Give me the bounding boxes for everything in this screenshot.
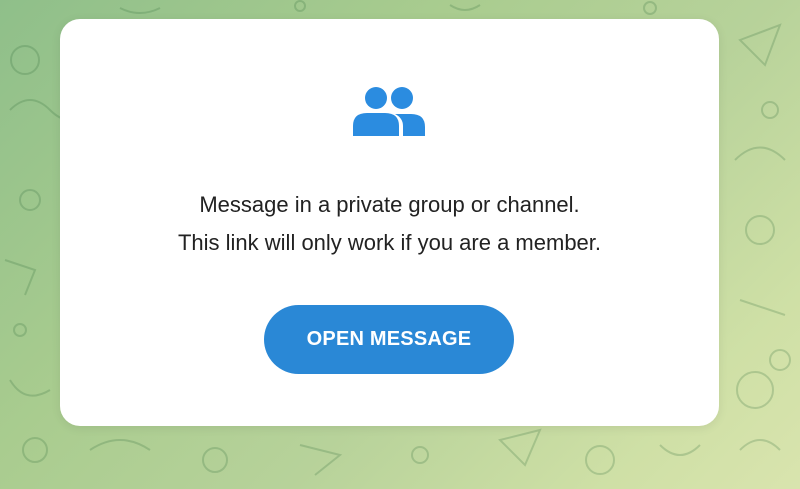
message-line-1: Message in a private group or channel. bbox=[199, 192, 580, 217]
message-line-2: This link will only work if you are a me… bbox=[177, 230, 602, 255]
open-message-button[interactable]: OPEN MESSAGE bbox=[264, 305, 514, 374]
group-icon bbox=[353, 87, 425, 136]
